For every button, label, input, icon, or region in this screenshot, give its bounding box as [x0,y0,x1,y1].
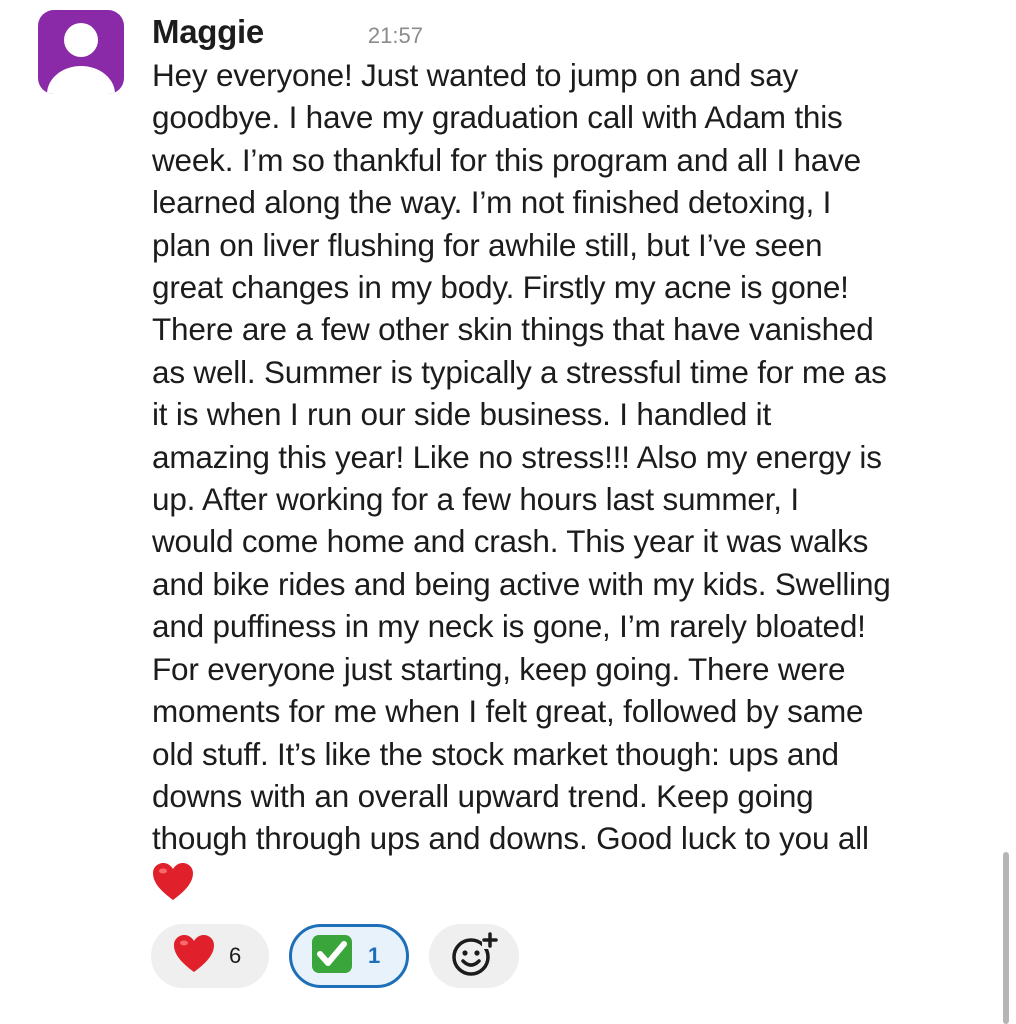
reaction-check[interactable]: 1 [289,924,409,988]
default-user-icon [47,23,115,94]
reaction-heart[interactable]: 6 [151,924,269,988]
scrollbar[interactable] [1003,852,1009,1024]
reaction-count: 1 [368,943,381,968]
red-heart-icon [152,862,194,902]
add-reaction-button[interactable] [429,924,519,988]
avatar[interactable] [38,10,124,94]
message-view: Maggie 21:57 Hey everyone! Just wanted t… [0,0,1016,1024]
white-check-mark-icon [310,934,354,979]
add-emoji-icon [450,930,498,982]
message-header: Maggie 21:57 [152,8,423,56]
message-body: Hey everyone! Just wanted to jump on and… [152,57,891,857]
reaction-count: 6 [229,943,242,968]
reactions-bar: 6 1 [151,924,539,988]
author-name[interactable]: Maggie [152,8,264,56]
message-timestamp[interactable]: 21:57 [368,12,423,60]
red-heart-icon [173,934,215,979]
